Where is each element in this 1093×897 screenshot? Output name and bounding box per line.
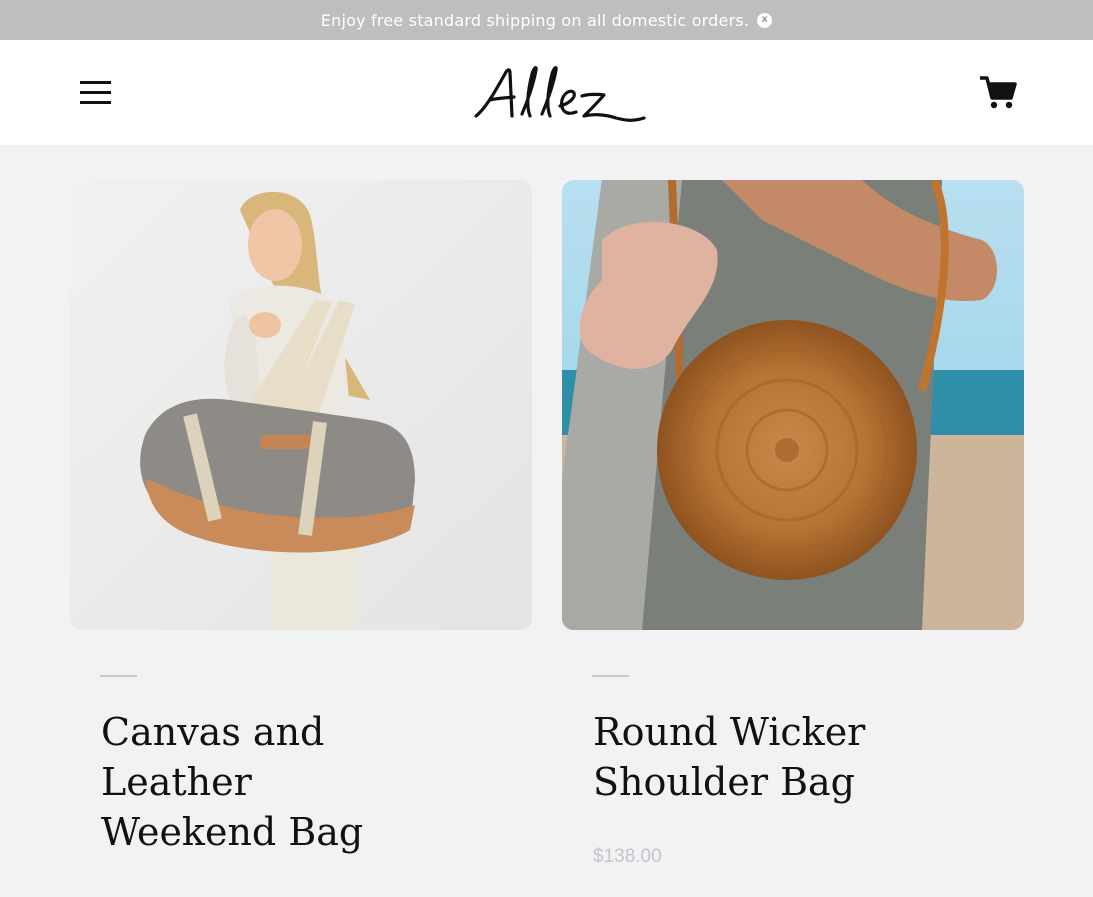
announcement-bar: Enjoy free standard shipping on all dome… — [0, 0, 1093, 40]
hamburger-icon — [80, 81, 111, 84]
divider — [100, 675, 137, 677]
site-header — [0, 40, 1093, 145]
hamburger-menu-button[interactable] — [80, 81, 112, 104]
product-title[interactable]: Canvas and Leather Weekend Bag — [101, 707, 421, 857]
announcement-text: Enjoy free standard shipping on all dome… — [320, 10, 750, 30]
hamburger-icon-bar — [80, 91, 111, 94]
divider — [592, 675, 629, 677]
hamburger-icon-bar — [80, 101, 111, 104]
cart-icon[interactable] — [978, 72, 1018, 112]
product-card[interactable]: Round Wicker Shoulder Bag $138.00 — [562, 180, 1024, 867]
product-image[interactable] — [562, 180, 1024, 630]
product-price: $138.00 — [593, 846, 662, 867]
product-card[interactable]: Canvas and Leather Weekend Bag — [70, 180, 532, 854]
woman-carrying-canvas-duffel-bag-image — [70, 180, 532, 630]
product-image[interactable] — [70, 180, 532, 630]
close-icon[interactable]: x — [757, 12, 773, 28]
logo[interactable] — [472, 60, 662, 130]
product-title[interactable]: Round Wicker Shoulder Bag — [593, 707, 913, 807]
round-wicker-bag-with-silk-scarf-image — [562, 180, 1024, 630]
